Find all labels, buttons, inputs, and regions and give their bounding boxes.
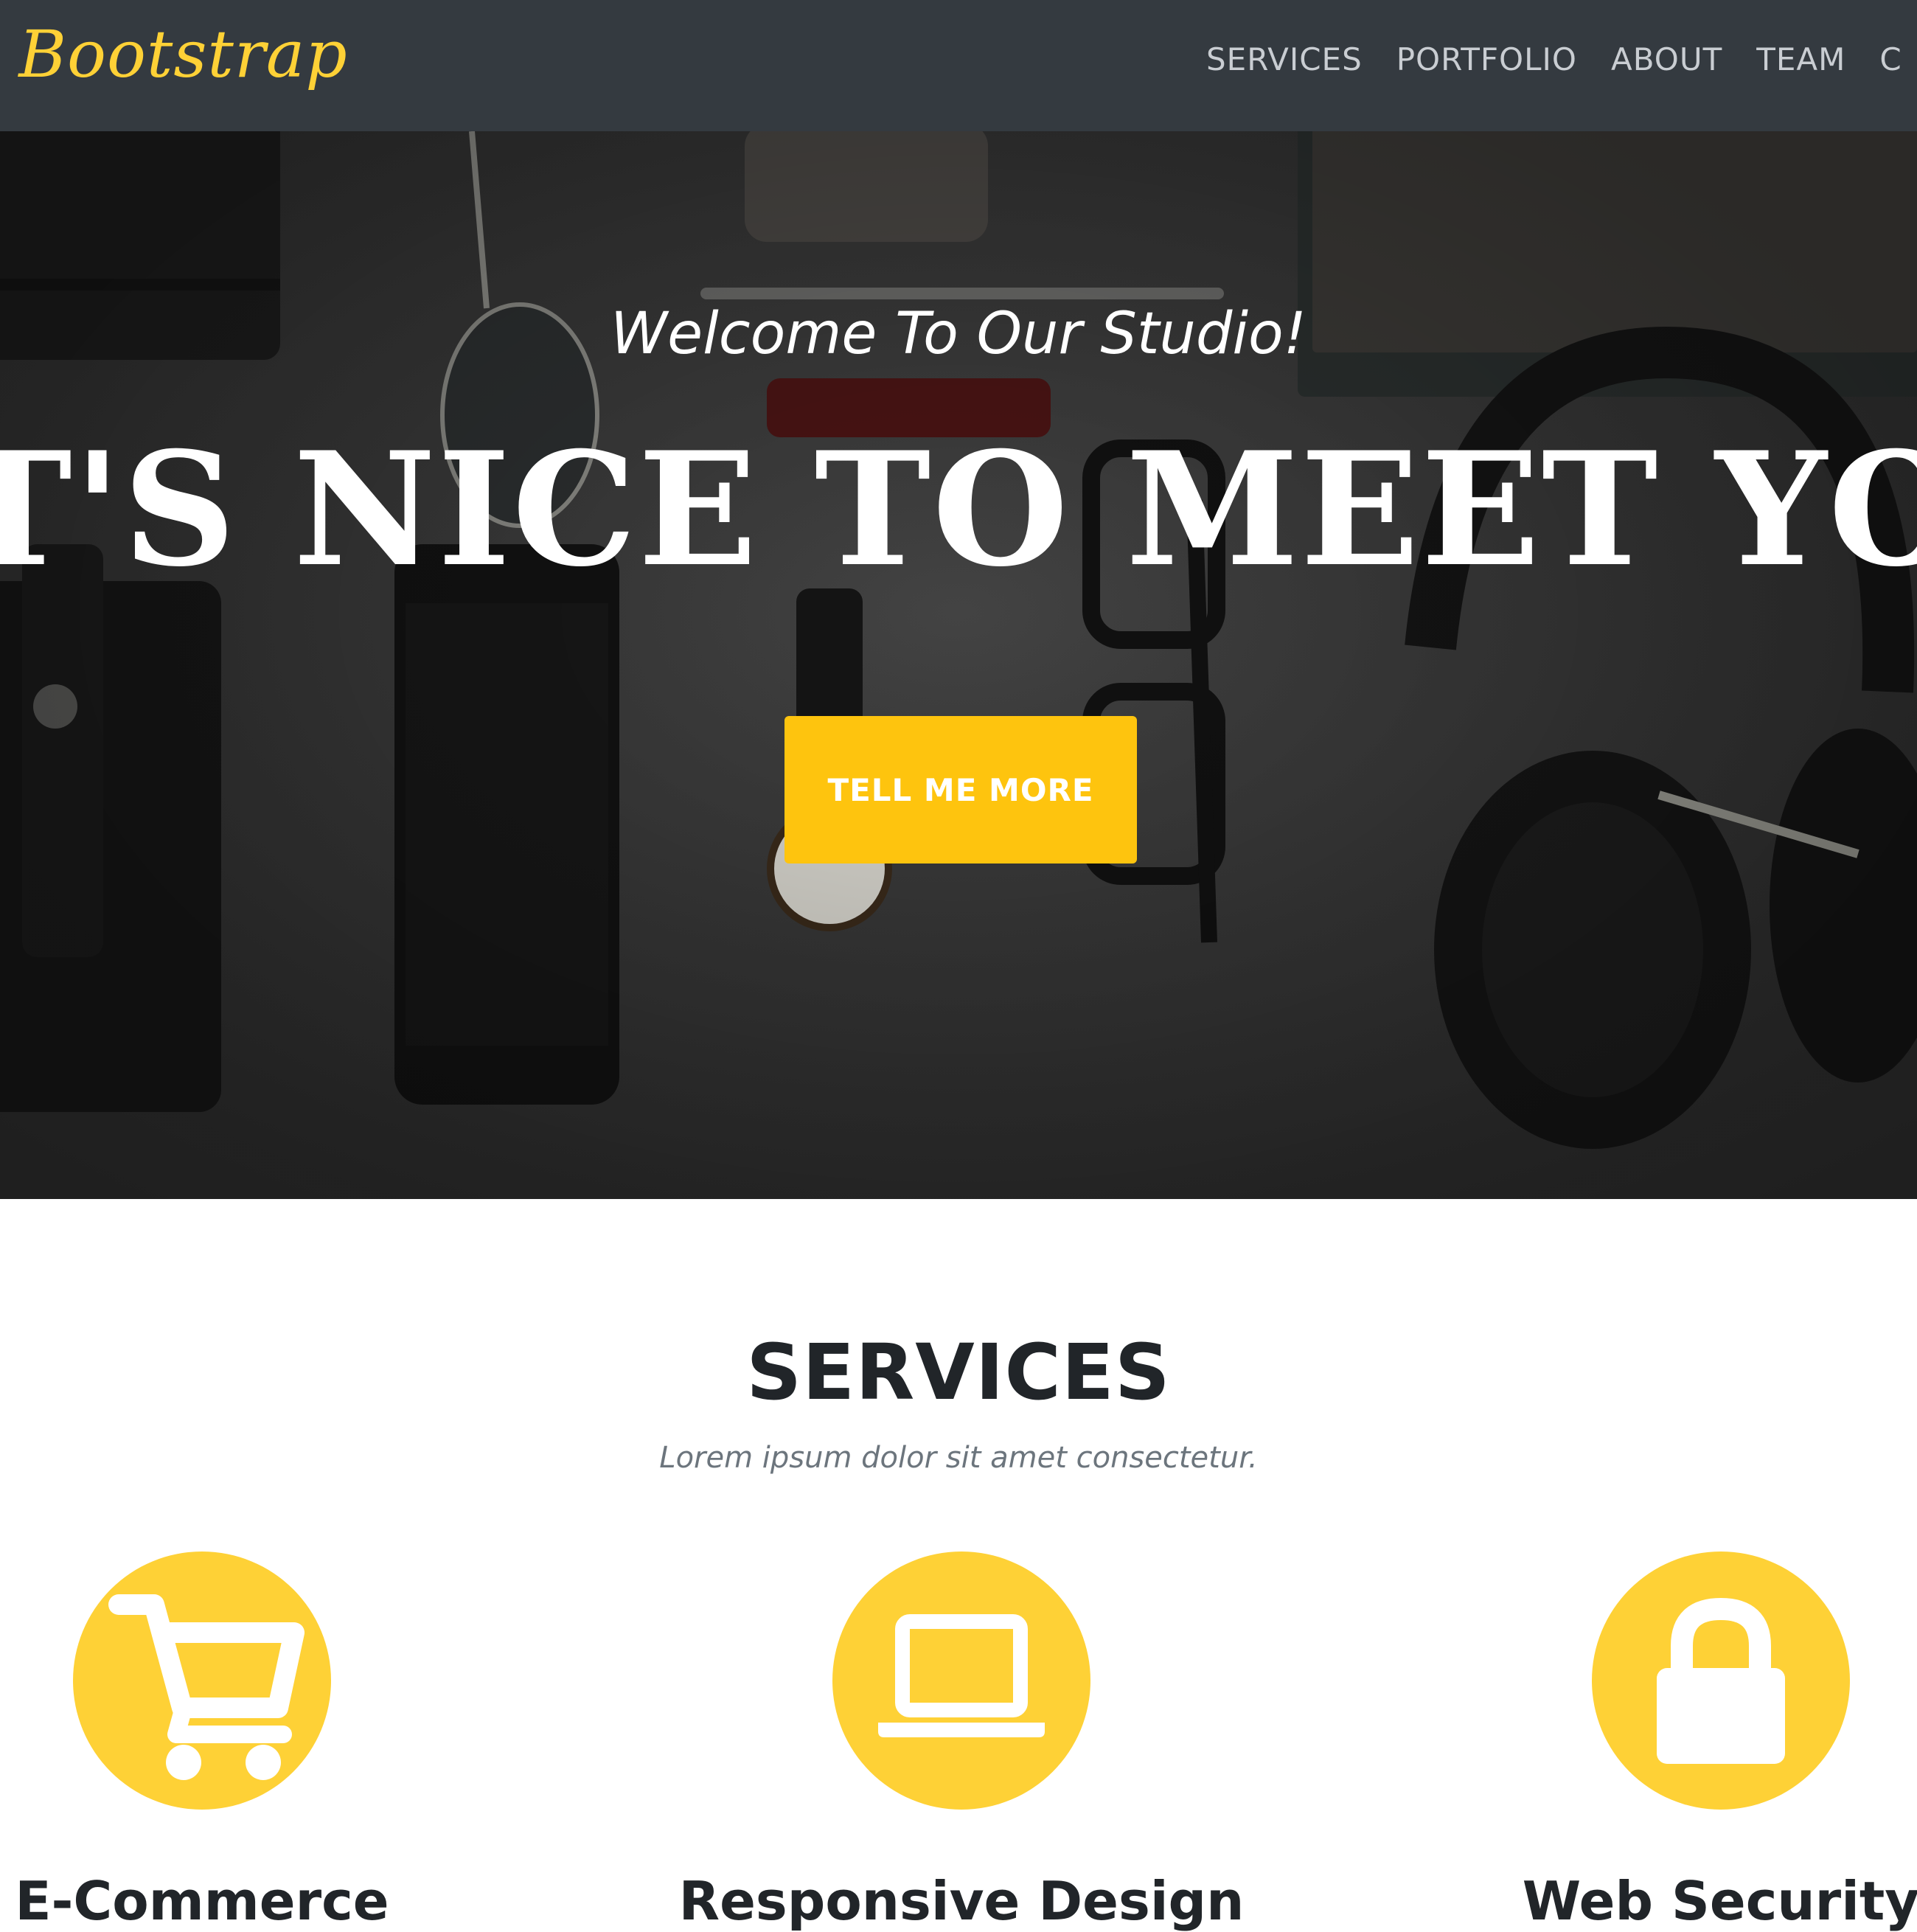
- navbar: t Bootstrap SERVICES PORTFOLIO ABOUT TEA…: [0, 0, 1917, 131]
- lock-icon: [1592, 1551, 1850, 1810]
- brand-logo[interactable]: t Bootstrap: [0, 16, 348, 92]
- nav-link-contact[interactable]: C: [1879, 41, 1902, 77]
- shopping-cart-icon: [73, 1551, 331, 1810]
- hero-headline: T'S NICE TO MEET YOU: [0, 417, 1917, 601]
- nav-links: SERVICES PORTFOLIO ABOUT TEAM C: [1206, 41, 1902, 77]
- services-heading: SERVICES: [746, 1327, 1171, 1417]
- laptop-icon: [832, 1551, 1090, 1810]
- nav-link-about[interactable]: ABOUT: [1611, 41, 1722, 77]
- nav-link-services[interactable]: SERVICES: [1206, 41, 1363, 77]
- services-subheading: Lorem ipsum dolor sit amet consectetur.: [659, 1441, 1258, 1475]
- service-title-responsive-design: Responsive Design: [678, 1870, 1245, 1932]
- hero-section: Welcome To Our Studio! T'S NICE TO MEET …: [0, 131, 1917, 1199]
- nav-link-team[interactable]: TEAM: [1756, 41, 1845, 77]
- tell-me-more-button[interactable]: TELL ME MORE: [784, 716, 1137, 864]
- nav-link-portfolio[interactable]: PORTFOLIO: [1396, 41, 1577, 77]
- service-title-web-security: Web Security: [1522, 1870, 1917, 1932]
- service-title-ecommerce: E-Commerce: [15, 1870, 389, 1932]
- hero-welcome-text: Welcome To Our Studio!: [610, 301, 1307, 367]
- hero-overlay: [0, 131, 1917, 1199]
